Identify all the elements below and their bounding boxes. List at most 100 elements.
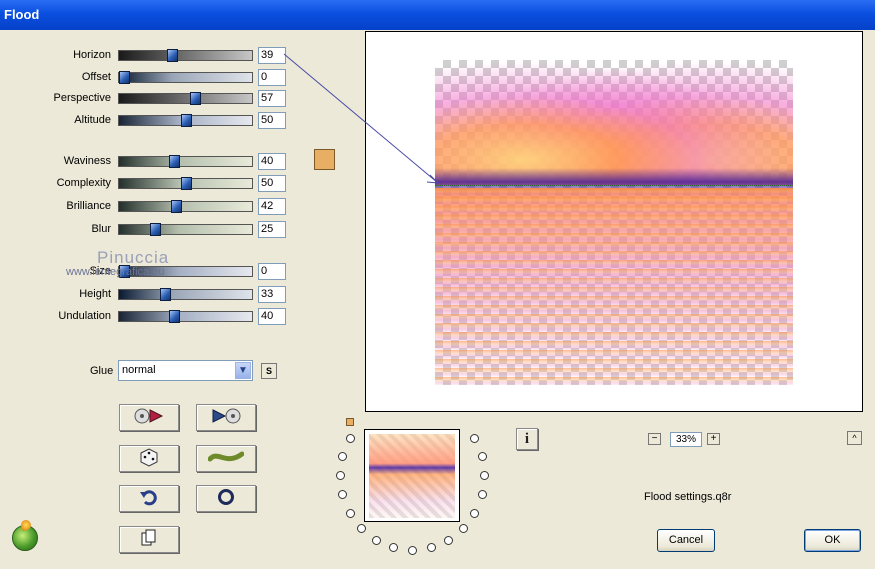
height-value-field[interactable]: 33 [258, 286, 286, 303]
load-preset-button[interactable] [119, 404, 179, 431]
settings-file-name: Flood settings.q8r [644, 491, 732, 503]
flood-preview-image [435, 60, 793, 385]
slider-row-altitude: Altitude 50 [0, 112, 290, 130]
slider-row-height: Height 33 [0, 286, 290, 304]
zoom-in-button[interactable]: + [707, 433, 720, 445]
zoom-value[interactable]: 33% [670, 432, 702, 447]
slider-row-waviness: Waviness 40 [0, 153, 290, 171]
size-value-field[interactable]: 0 [258, 263, 286, 280]
navigator-ring-dot [470, 434, 479, 443]
preview-sky [435, 60, 793, 185]
navigator-ring-dot [372, 536, 381, 545]
navigator-ring-dot [338, 452, 347, 461]
horizon-connector-line [283, 53, 440, 184]
slider-row-horizon: Horizon 39 [0, 47, 290, 65]
navigator-ring-dot [336, 471, 345, 480]
undulation-label: Undulation [58, 310, 111, 322]
chevron-down-icon[interactable]: ▼ [235, 362, 251, 379]
navigator-ring-dot [427, 543, 436, 552]
copy-button[interactable] [119, 526, 179, 553]
undo-button[interactable] [119, 485, 179, 512]
slider-row-perspective: Perspective 57 [0, 90, 290, 108]
collapse-button[interactable]: ^ [847, 431, 862, 445]
window-title: Flood [4, 7, 40, 22]
waviness-label: Waviness [63, 155, 111, 167]
navigator-ring-dot [357, 524, 366, 533]
blur-slider[interactable] [118, 223, 253, 236]
slider-row-undulation: Undulation 40 [0, 308, 290, 326]
glue-label: Glue [90, 365, 114, 377]
navigator-ring-dot [478, 452, 487, 461]
undulation-value-field[interactable]: 40 [258, 308, 286, 325]
navigator-ring-dot [470, 509, 479, 518]
cancel-button[interactable]: Cancel [657, 529, 715, 552]
dice-icon [138, 447, 160, 470]
complexity-label: Complexity [56, 177, 111, 189]
navigator-ring-dot [408, 546, 417, 555]
glue-selected-value: normal [122, 364, 156, 376]
brilliance-value-field[interactable]: 42 [258, 198, 286, 215]
info-icon[interactable]: i [516, 428, 538, 450]
navigator-ring-dot [338, 490, 347, 499]
waviness-slider-thumb[interactable] [169, 155, 180, 168]
blur-slider-thumb[interactable] [150, 223, 161, 236]
undulation-slider-thumb[interactable] [169, 310, 180, 323]
wave-button[interactable] [196, 445, 256, 472]
blur-value-field[interactable]: 25 [258, 221, 286, 238]
navigator-ring-dot [346, 509, 355, 518]
offset-slider-thumb[interactable] [119, 71, 130, 84]
wave-icon [207, 448, 245, 469]
blur-label: Blur [91, 223, 111, 235]
horizon-guide-line[interactable] [435, 185, 793, 186]
height-slider[interactable] [118, 288, 253, 301]
navigator-ring-dot [480, 471, 489, 480]
app-logo-icon [12, 525, 38, 551]
slider-row-brilliance: Brilliance 42 [0, 198, 290, 216]
navigator-color-marker[interactable] [346, 418, 354, 426]
height-slider-thumb[interactable] [160, 288, 171, 301]
reset-circle-icon [216, 488, 236, 509]
altitude-slider-thumb[interactable] [181, 114, 192, 127]
random-button[interactable] [119, 445, 179, 472]
brilliance-label: Brilliance [66, 200, 111, 212]
undulation-slider[interactable] [118, 310, 253, 323]
navigator-ring-dot [389, 543, 398, 552]
horizon-label: Horizon [73, 49, 111, 61]
navigator-ring-dot [346, 434, 355, 443]
horizon-slider[interactable] [118, 49, 253, 62]
watermark-site: www.lentegrafica.eu [66, 266, 165, 278]
navigator-ring-dot [444, 536, 453, 545]
navigator-ring-dot [459, 524, 468, 533]
complexity-slider-thumb[interactable] [181, 177, 192, 190]
complexity-slider[interactable] [118, 177, 253, 190]
save-preset-icon [210, 407, 242, 428]
height-label: Height [79, 288, 111, 300]
watermark-name: Pinuccia [97, 248, 170, 267]
glue-select[interactable]: normal ▼ [118, 360, 253, 381]
altitude-label: Altitude [74, 114, 111, 126]
s-button[interactable]: S [261, 363, 277, 379]
offset-label: Offset [81, 71, 111, 83]
zoom-out-button[interactable]: − [648, 433, 661, 445]
offset-slider[interactable] [118, 71, 253, 84]
save-preset-button[interactable] [196, 404, 256, 431]
ok-button[interactable]: OK [804, 529, 861, 552]
perspective-label: Perspective [53, 92, 111, 104]
preview-water [435, 188, 793, 385]
brilliance-slider-thumb[interactable] [171, 200, 182, 213]
slider-row-blur: Blur 25 [0, 221, 290, 239]
navigator-thumbnail-image [369, 434, 455, 518]
altitude-slider[interactable] [118, 114, 253, 127]
copy-icon [140, 529, 158, 550]
reset-button[interactable] [196, 485, 256, 512]
brilliance-slider[interactable] [118, 200, 253, 213]
horizon-slider-thumb[interactable] [167, 49, 178, 62]
navigator-ring-dot [478, 490, 487, 499]
navigator-thumbnail[interactable] [364, 429, 460, 522]
title-bar: Flood [0, 0, 875, 30]
perspective-slider-thumb[interactable] [190, 92, 201, 105]
slider-row-complexity: Complexity 50 [0, 175, 290, 193]
waviness-slider[interactable] [118, 155, 253, 168]
perspective-slider[interactable] [118, 92, 253, 105]
load-preset-icon [133, 407, 165, 428]
